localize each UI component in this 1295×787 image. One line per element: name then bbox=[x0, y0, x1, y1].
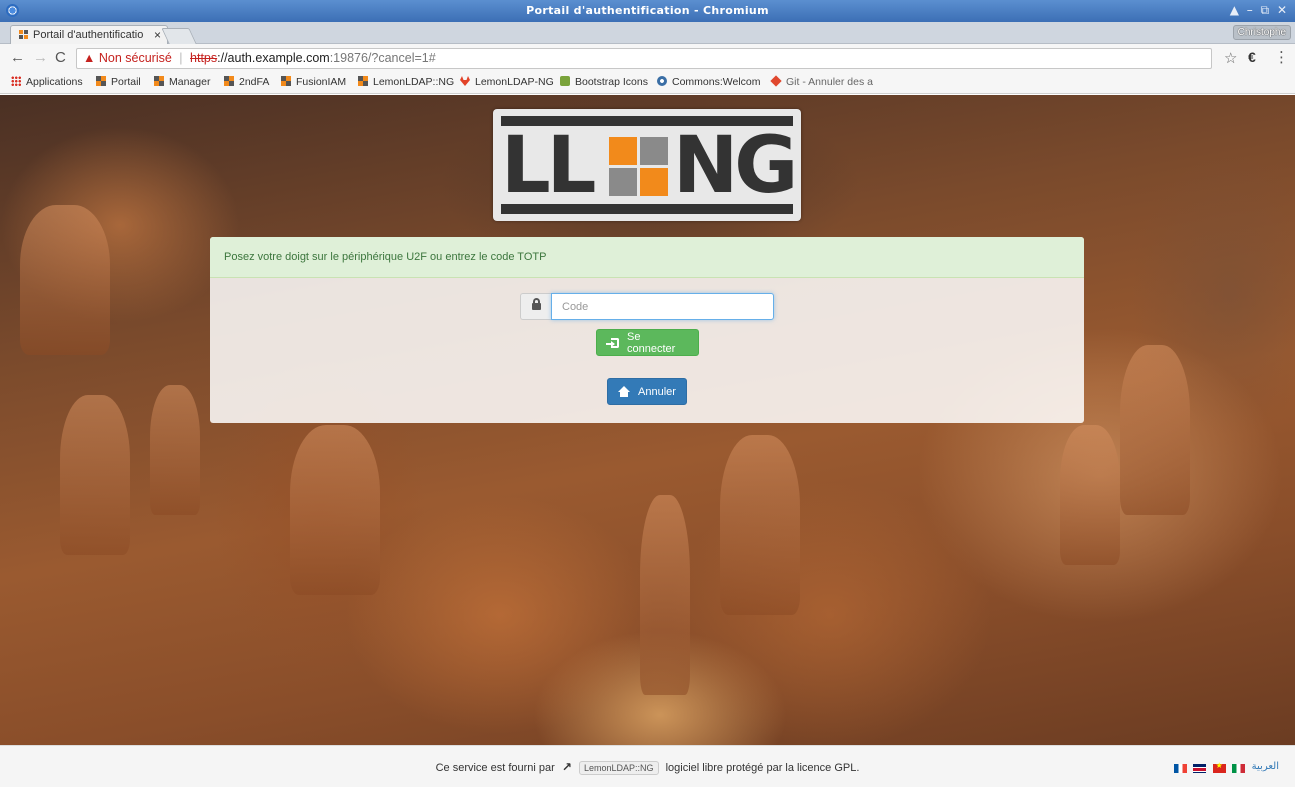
git-icon bbox=[770, 75, 782, 87]
bookmark-applications[interactable]: Applications bbox=[11, 76, 83, 88]
bookmark-label: LemonLDAP-NG bbox=[475, 76, 554, 88]
url-host: ://auth.example.com bbox=[217, 51, 330, 65]
tab-label: Portail d'authentificatio bbox=[33, 29, 144, 41]
url-scheme: https bbox=[190, 51, 218, 65]
bookmark-label: LemonLDAP::NG bbox=[373, 76, 455, 88]
window-titlebar: Portail d'authentification - Chromium ▲ … bbox=[0, 0, 1295, 22]
logo-square bbox=[640, 137, 668, 165]
lemonldap-favicon-icon bbox=[19, 30, 28, 40]
footer-text: Ce service est fourni par ↗ LemonLDAP::N… bbox=[0, 760, 1295, 775]
bookmarks-bar: Applications Portail Manager 2ndFA Fusio… bbox=[0, 72, 1295, 94]
tab-strip: Portail d'authentificatio × Christophe bbox=[0, 22, 1295, 44]
logo-text-left: LL bbox=[501, 121, 596, 211]
bookmark-label: Git - Annuler des a bbox=[786, 76, 873, 88]
bookmark-label: Manager bbox=[169, 76, 211, 88]
omnibox-separator: | bbox=[179, 51, 183, 65]
flag-fr-icon[interactable] bbox=[1173, 764, 1187, 773]
back-arrow-icon[interactable]: ← bbox=[10, 50, 25, 65]
warning-triangle-icon: ▲ bbox=[83, 51, 96, 65]
wikimedia-icon bbox=[657, 76, 667, 86]
lemonldap-icon bbox=[224, 76, 234, 86]
totp-code-input[interactable] bbox=[551, 293, 774, 320]
bookmark-git[interactable]: Git - Annuler des a bbox=[770, 75, 873, 88]
bookmark-label: Commons:Welcom bbox=[672, 76, 761, 88]
footer-text-before: Ce service est fourni par bbox=[435, 762, 555, 774]
extension-icon[interactable]: € bbox=[1248, 49, 1256, 65]
bookmark-lemonldap-ng-doc[interactable]: LemonLDAP::NG bbox=[358, 76, 454, 88]
home-icon bbox=[618, 386, 630, 398]
gitlab-icon bbox=[460, 76, 470, 86]
bookmark-star-icon[interactable]: ☆ bbox=[1224, 49, 1237, 67]
page-viewport: LL NG Posez votre doigt sur le périphéri… bbox=[0, 95, 1295, 787]
reload-icon[interactable]: C bbox=[55, 50, 66, 65]
input-addon bbox=[520, 293, 551, 320]
forward-arrow-icon[interactable]: → bbox=[33, 50, 48, 65]
lemonldap-link[interactable]: LemonLDAP::NG bbox=[578, 761, 659, 775]
language-arabic-link[interactable]: العربية bbox=[1252, 761, 1279, 772]
window-controls[interactable]: ▲ – ⧉ ✕ bbox=[1230, 3, 1289, 18]
logo-square bbox=[609, 168, 637, 196]
lemonldap-icon bbox=[358, 76, 368, 86]
bookmark-2ndfa[interactable]: 2ndFA bbox=[224, 76, 269, 88]
language-selector: العربية bbox=[1171, 761, 1279, 773]
lemonldap-ng-logo: LL NG bbox=[493, 109, 801, 221]
lemonldap-icon bbox=[281, 76, 291, 86]
bookmark-commons[interactable]: Commons:Welcom bbox=[657, 76, 761, 88]
tab-close-icon[interactable]: × bbox=[154, 28, 161, 42]
bookmark-label: 2ndFA bbox=[239, 76, 270, 88]
u2f-totp-message: Posez votre doigt sur le périphérique U2… bbox=[210, 237, 1084, 278]
lemonldap-icon bbox=[96, 76, 106, 86]
bookmark-lemonldap-ng-gitlab[interactable]: LemonLDAP-NG bbox=[460, 76, 554, 88]
footer-text-after: logiciel libre protégé par la licence GP… bbox=[665, 762, 860, 774]
cancel-label: Annuler bbox=[638, 385, 676, 398]
lemonldap-icon bbox=[154, 76, 164, 86]
bookmark-label: Bootstrap Icons bbox=[575, 76, 648, 88]
auth-panel: Posez votre doigt sur le périphérique U2… bbox=[210, 237, 1084, 423]
cancel-button[interactable]: Annuler bbox=[607, 378, 687, 405]
sign-in-button[interactable]: Se connecter bbox=[596, 329, 699, 356]
profile-badge[interactable]: Christophe bbox=[1232, 25, 1291, 40]
page-footer: Ce service est fourni par ↗ LemonLDAP::N… bbox=[0, 745, 1295, 787]
bookmark-manager[interactable]: Manager bbox=[154, 76, 210, 88]
logo-square bbox=[640, 168, 668, 196]
browser-toolbar: ← → C ▲ Non sécurisé | https://auth.exam… bbox=[0, 44, 1295, 72]
bookmark-label: Applications bbox=[26, 76, 83, 88]
sign-in-label: Se connecter bbox=[627, 330, 676, 355]
not-secure-label: Non sécurisé bbox=[98, 51, 172, 65]
bookmark-fusioniam[interactable]: FusionIAM bbox=[281, 76, 346, 88]
code-input-group bbox=[520, 293, 774, 320]
flag-en-icon[interactable] bbox=[1193, 764, 1207, 773]
bookmark-label: Portail bbox=[111, 76, 141, 88]
url-path: :19876/?cancel=1# bbox=[329, 51, 436, 65]
apps-grid-icon bbox=[11, 76, 21, 86]
lock-icon bbox=[532, 298, 541, 310]
logo-text-right: NG bbox=[673, 121, 798, 211]
bookmark-label: FusionIAM bbox=[296, 76, 347, 88]
logo-square bbox=[609, 137, 637, 165]
tab-portal[interactable]: Portail d'authentificatio × bbox=[10, 25, 168, 44]
window-title: Portail d'authentification - Chromium bbox=[526, 4, 769, 17]
bookmark-portail[interactable]: Portail bbox=[96, 76, 141, 88]
address-bar[interactable]: ▲ Non sécurisé | https://auth.example.co… bbox=[76, 48, 1212, 69]
browser-menu-icon[interactable]: ⋮ bbox=[1274, 48, 1289, 66]
sign-in-icon bbox=[606, 338, 619, 348]
bootstrap-icon bbox=[560, 76, 570, 86]
bookmark-bootstrap-icons[interactable]: Bootstrap Icons bbox=[560, 76, 648, 88]
flag-it-icon[interactable] bbox=[1232, 764, 1245, 773]
flag-vi-icon[interactable] bbox=[1212, 761, 1226, 773]
external-link-icon: ↗ bbox=[561, 760, 572, 774]
